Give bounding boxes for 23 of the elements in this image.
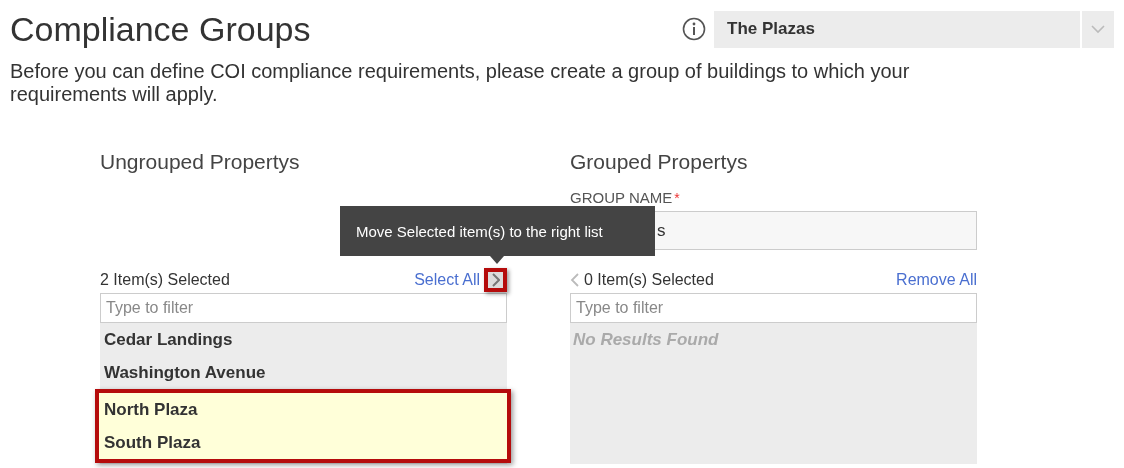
required-mark: *: [674, 190, 680, 206]
list-item[interactable]: Washington Avenue: [100, 356, 507, 389]
link[interactable]: Select All: [414, 270, 480, 289]
page-title: Compliance Groups: [10, 9, 312, 50]
list-item[interactable]: North Plaza: [99, 393, 507, 426]
info-icon[interactable]: [682, 17, 706, 41]
chevron-right-icon: [491, 272, 500, 287]
section-heading: Grouped Propertys: [570, 149, 749, 175]
link[interactable]: Remove All: [896, 270, 977, 289]
chevron-down-icon: [1091, 24, 1105, 34]
selection-count: 0 Item(s) Selected: [584, 270, 714, 289]
list-item[interactable]: South Plaza: [99, 426, 507, 459]
empty-message: No Results Found: [572, 329, 720, 351]
property-select[interactable]: The Plazas: [714, 10, 1080, 48]
move-right-button[interactable]: [484, 267, 507, 292]
filter-field[interactable]: Type to filter: [100, 293, 507, 323]
description: Before you can define COI compliance requirements, please create a group of buildings to which your requirements will apply.: [10, 60, 911, 106]
list-item[interactable]: Cedar Landings: [100, 323, 507, 356]
filter-field[interactable]: Type to filter: [570, 293, 977, 323]
section-heading: Ungrouped Propertys: [100, 149, 301, 175]
tooltip-pointer: [490, 256, 504, 264]
selection-count: 2 Item(s) Selected: [100, 270, 230, 289]
field-label: GROUP NAME: [570, 189, 673, 207]
